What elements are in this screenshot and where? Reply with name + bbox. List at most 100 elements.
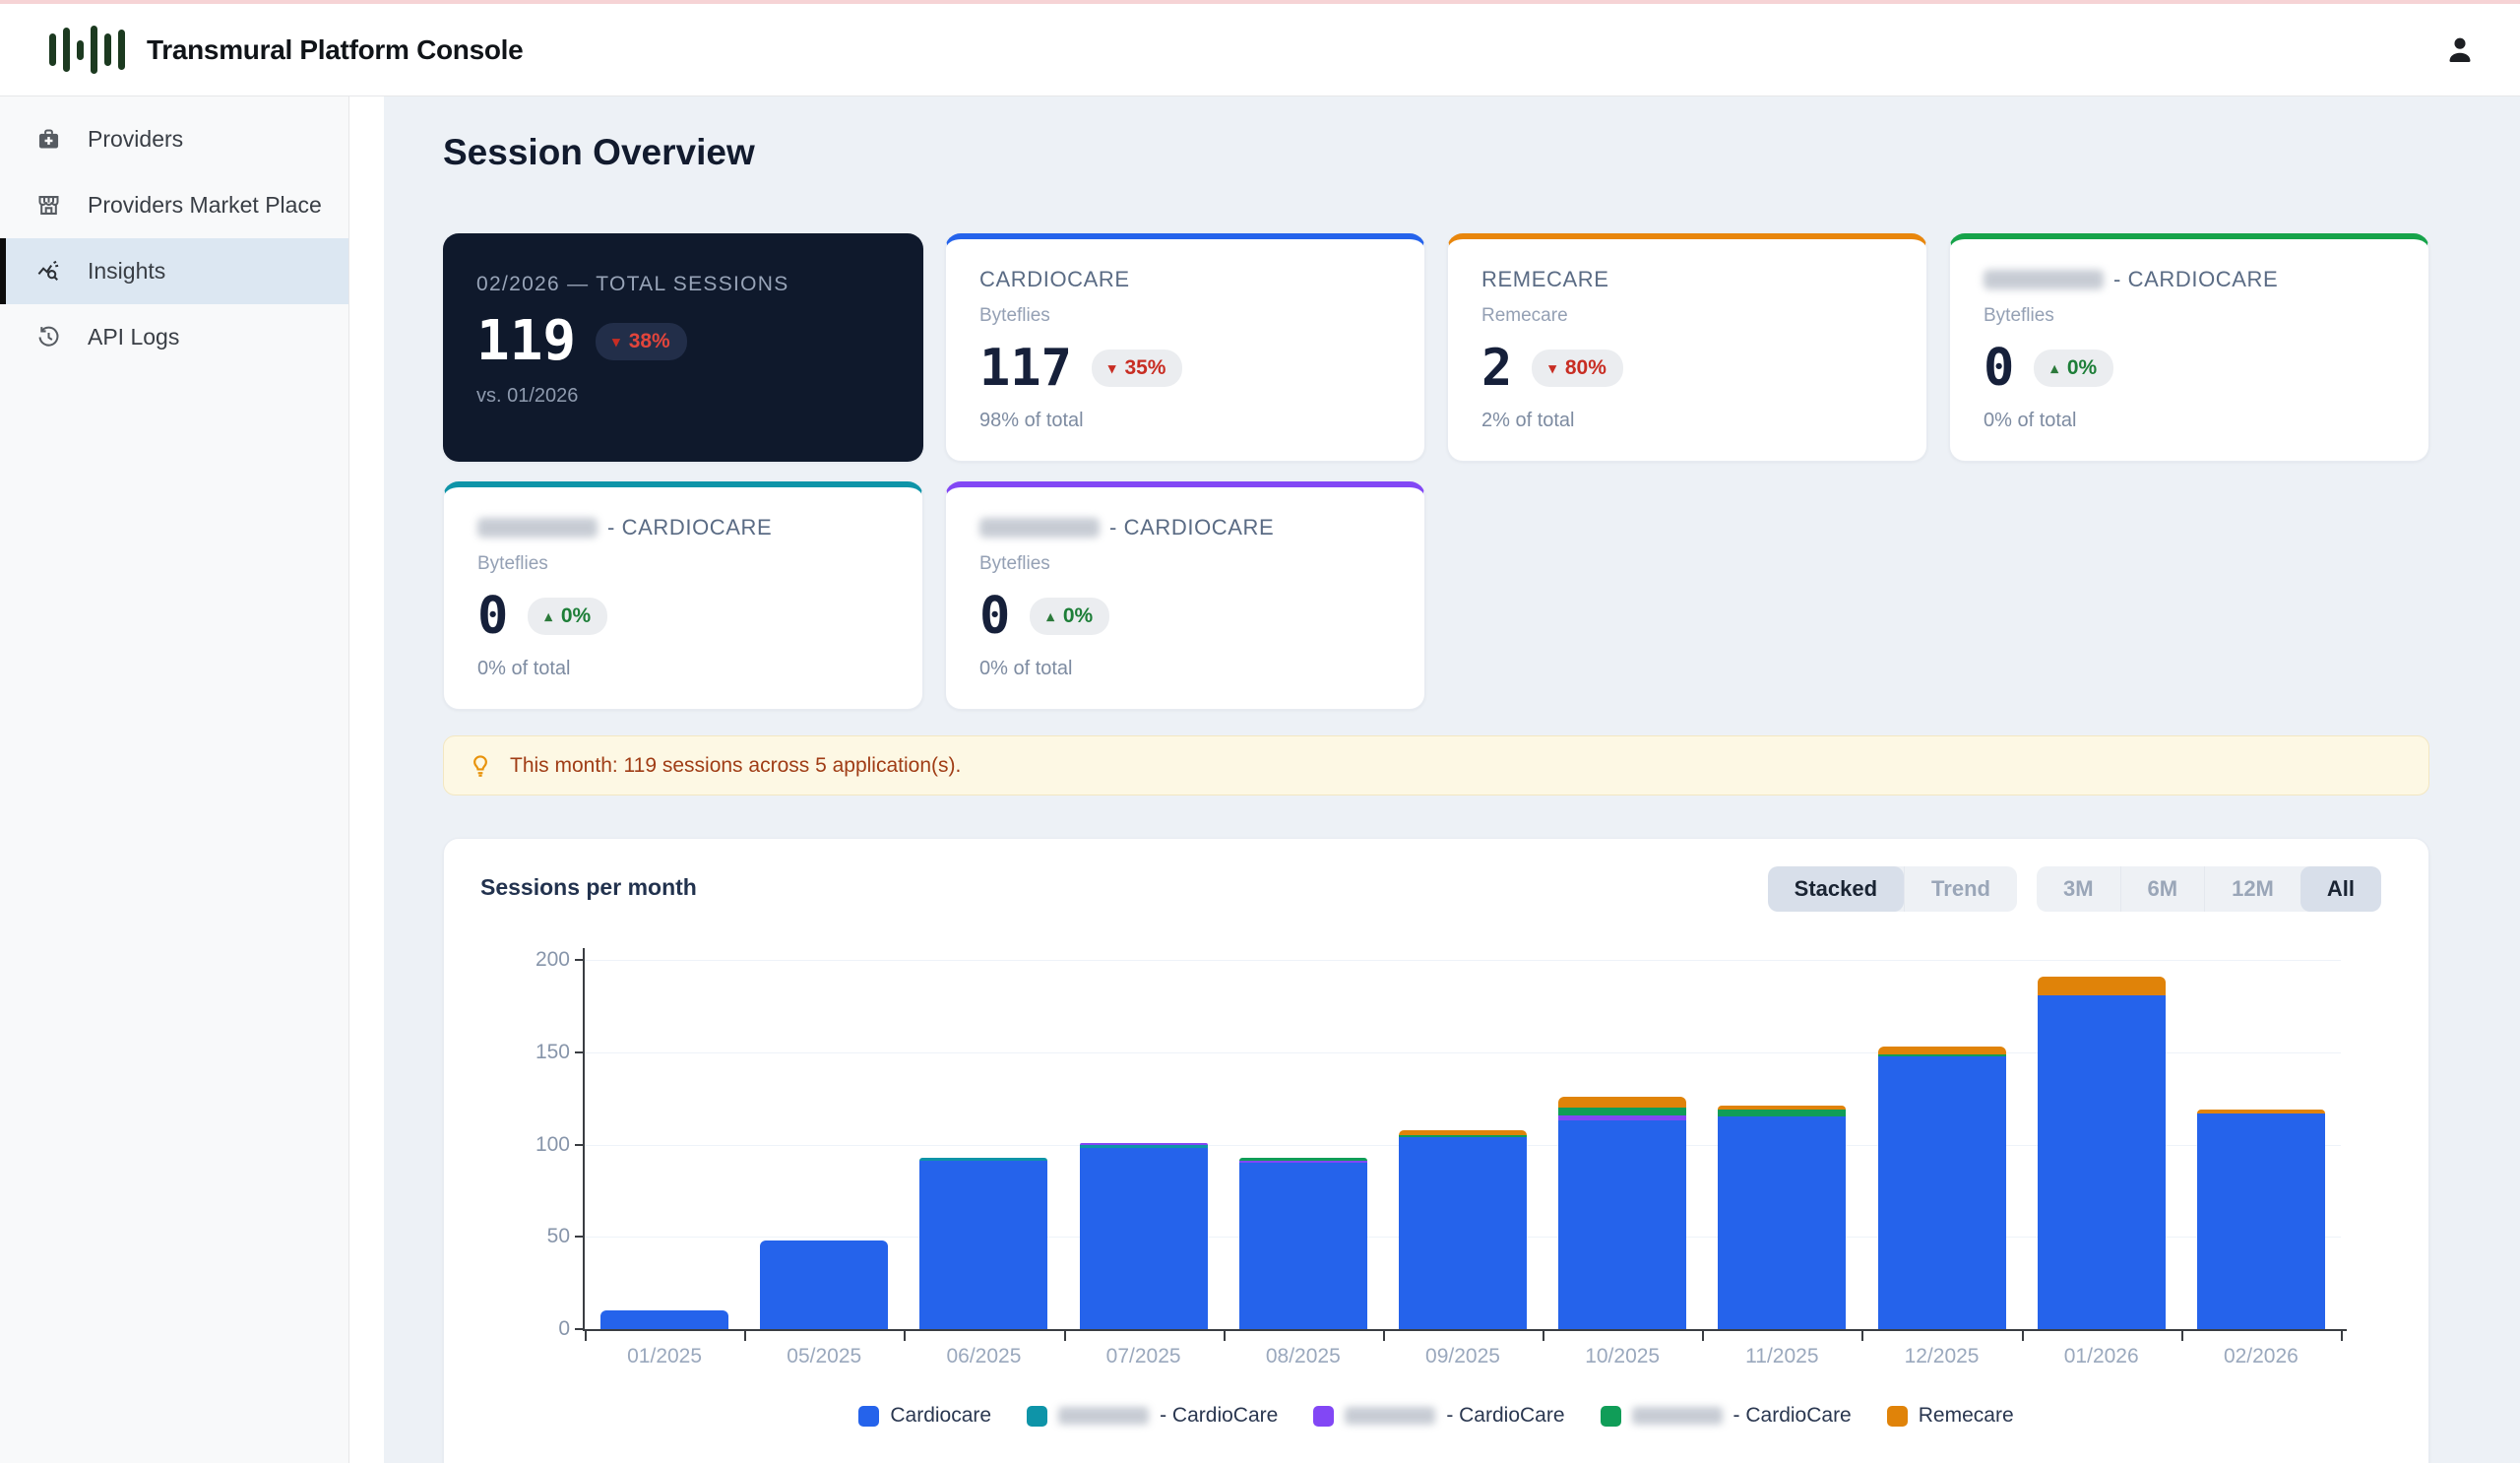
kpi-footer: 98% of total	[979, 410, 1391, 432]
x-axis-tick	[2181, 1329, 2183, 1341]
kpi-cards-row-1: 02/2026 — TOTAL SESSIONS 119 ▾38% vs. 01…	[443, 233, 2429, 462]
sidebar: Providers Providers Market Place Insight…	[0, 96, 349, 1463]
legend-item: Cardiocare	[858, 1404, 991, 1428]
bar-segment	[1399, 1135, 1527, 1137]
bar-segment	[919, 1161, 1047, 1329]
x-axis-tick	[1383, 1329, 1385, 1341]
bar-segment	[2197, 1113, 2325, 1329]
kpi-footer: 2% of total	[1481, 410, 1893, 432]
page-title: Session Overview	[443, 132, 755, 173]
user-avatar-icon[interactable]	[2443, 33, 2477, 67]
y-axis-line	[583, 948, 585, 1331]
bar-segment	[1718, 1116, 1846, 1329]
legend-item: Remecare	[1887, 1404, 2014, 1428]
sidebar-item-label: Providers Market Place	[88, 192, 322, 219]
legend-swatch-icon	[1313, 1406, 1334, 1427]
y-gridline	[585, 960, 2341, 961]
arrow-up-icon: ▴	[2050, 361, 2058, 376]
kpi-value: 117	[979, 343, 1072, 394]
legend-swatch-icon	[1027, 1406, 1047, 1427]
sidebar-item-providers-market-place[interactable]: Providers Market Place	[0, 172, 348, 238]
x-axis-category-label: 07/2025	[1064, 1345, 1224, 1368]
kpi-value: 0	[979, 591, 1010, 642]
toggle-all[interactable]: All	[2300, 866, 2381, 912]
legend-label: - CardioCare	[1446, 1404, 1564, 1428]
bar-segment	[1080, 1145, 1208, 1149]
bar-segment	[1718, 1106, 1846, 1110]
bar-segment	[1558, 1097, 1686, 1108]
kpi-card-total-sessions: 02/2026 — TOTAL SESSIONS 119 ▾38% vs. 01…	[443, 233, 923, 462]
bar-segment	[2038, 995, 2166, 1329]
arrow-down-icon: ▾	[1108, 361, 1116, 376]
bar-segment	[1878, 1047, 2006, 1054]
legend-label: - CardioCare	[1733, 1404, 1852, 1428]
kpi-value: 0	[1984, 343, 2014, 394]
toggle-trend[interactable]: Trend	[1904, 866, 2017, 912]
kpi-app-name: - CARDIOCARE	[477, 515, 889, 541]
x-axis-category-label: 11/2025	[1702, 1345, 1861, 1368]
x-axis-tick	[1861, 1329, 1863, 1341]
legend-label: - CardioCare	[1160, 1404, 1278, 1428]
legend-label: Remecare	[1919, 1404, 2014, 1428]
bar-segment	[2197, 1110, 2325, 1113]
kpi-card-redacted-cardiocare-3: - CARDIOCARE Byteflies 0 ▴0% 0% of total	[945, 481, 1425, 710]
delta-badge: ▴0%	[2034, 350, 2113, 387]
app-title: Transmural Platform Console	[147, 34, 523, 66]
sidebar-item-insights[interactable]: Insights	[0, 238, 348, 304]
bar-segment	[1878, 1054, 2006, 1056]
delta-badge: ▾35%	[1092, 350, 1183, 387]
y-axis-tick-label: 50	[501, 1225, 570, 1248]
legend-swatch-icon	[858, 1406, 879, 1427]
redacted-app-name	[1345, 1407, 1435, 1425]
legend-swatch-icon	[1887, 1406, 1908, 1427]
bar-segment	[919, 1158, 1047, 1162]
kpi-value: 119	[476, 314, 576, 369]
kpi-app-name: CARDIOCARE	[979, 267, 1391, 292]
range-toggle: 3M 6M 12M All	[2037, 866, 2381, 912]
sidebar-item-label: API Logs	[88, 324, 179, 350]
app-header: Transmural Platform Console	[0, 4, 2520, 96]
bar-segment	[1239, 1158, 1367, 1162]
kpi-card-redacted-cardiocare-1: - CARDIOCARE Byteflies 0 ▴0% 0% of total	[1949, 233, 2429, 462]
bar-segment	[1239, 1161, 1367, 1163]
x-axis-category-label: 01/2026	[2022, 1345, 2181, 1368]
insights-chart-icon	[35, 258, 62, 285]
bar-segment	[600, 1310, 728, 1329]
content-panel: Session Overview 02/2026 — TOTAL SESSION…	[384, 96, 2520, 1463]
y-axis-tick-label: 150	[501, 1041, 570, 1064]
x-axis-tick	[585, 1329, 587, 1341]
x-axis-line	[583, 1329, 2347, 1331]
kpi-footer: vs. 01/2026	[476, 385, 890, 408]
redacted-app-name	[1984, 270, 2104, 289]
bar-segment	[1718, 1110, 1846, 1117]
x-axis-category-label: 01/2025	[585, 1345, 744, 1368]
chart-controls: Stacked Trend 3M 6M 12M All	[1768, 866, 2381, 912]
kpi-app-name: - CARDIOCARE	[1984, 267, 2395, 292]
arrow-up-icon: ▴	[1046, 609, 1054, 624]
chart-legend: Cardiocare - CardioCare - CardioCare - Card…	[444, 1404, 2428, 1428]
x-axis-tick	[744, 1329, 746, 1341]
x-axis-tick	[1702, 1329, 1704, 1341]
delta-badge: ▴0%	[528, 598, 607, 635]
legend-item: - CardioCare	[1601, 1404, 1852, 1428]
sidebar-item-api-logs[interactable]: API Logs	[0, 304, 348, 370]
redacted-app-name	[1632, 1407, 1723, 1425]
sidebar-item-label: Insights	[88, 258, 165, 285]
legend-item: - CardioCare	[1313, 1404, 1564, 1428]
toggle-stacked[interactable]: Stacked	[1768, 866, 1904, 912]
toggle-12m[interactable]: 12M	[2204, 866, 2300, 912]
kpi-app-name: REMECARE	[1481, 267, 1893, 292]
y-axis-tick-label: 0	[501, 1317, 570, 1341]
toggle-6m[interactable]: 6M	[2120, 866, 2205, 912]
x-axis-category-label: 09/2025	[1383, 1345, 1543, 1368]
sidebar-item-providers[interactable]: Providers	[0, 106, 348, 172]
legend-item: - CardioCare	[1027, 1404, 1278, 1428]
kpi-app-subtitle: Byteflies	[979, 553, 1391, 575]
x-axis-category-label: 08/2025	[1224, 1345, 1383, 1368]
x-axis-tick	[2341, 1329, 2343, 1341]
y-axis-tick-label: 200	[501, 948, 570, 972]
x-axis-tick	[1064, 1329, 1066, 1341]
toggle-3m[interactable]: 3M	[2037, 866, 2120, 912]
arrow-up-icon: ▴	[544, 609, 552, 624]
kpi-app-subtitle: Byteflies	[979, 305, 1391, 327]
